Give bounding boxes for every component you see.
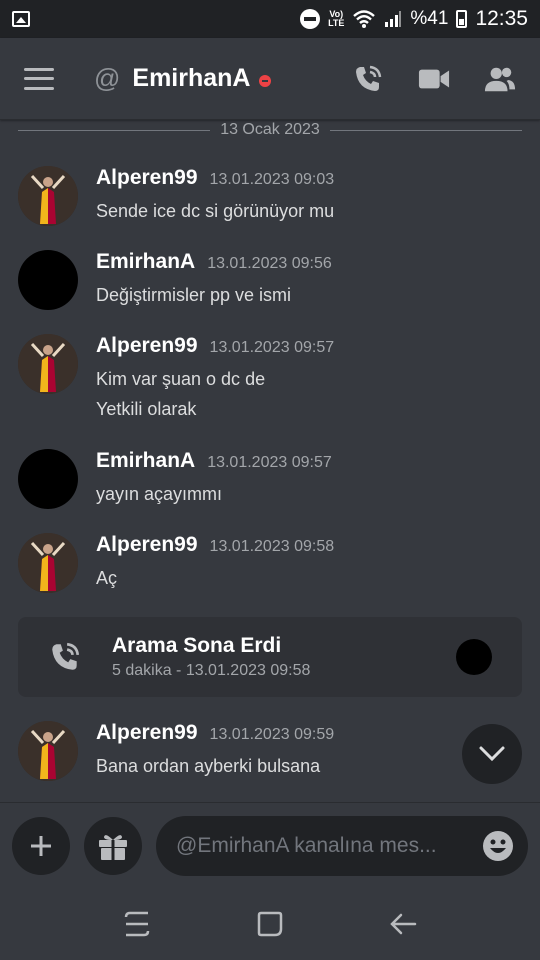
message-input[interactable]	[176, 833, 482, 858]
message[interactable]: EmirhanA 13.01.2023 09:57 yayın açayımmı	[18, 449, 522, 509]
message[interactable]: Alperen99 13.01.2023 09:03 Sende ice dc …	[18, 166, 522, 226]
message-timestamp: 13.01.2023 09:57	[207, 454, 332, 471]
clock: 12:35	[475, 7, 528, 30]
plus-icon	[31, 835, 51, 856]
video-call-icon[interactable]	[418, 63, 450, 95]
recent-apps-icon	[124, 911, 149, 937]
back-arrow-icon	[390, 913, 417, 935]
home-icon	[257, 911, 283, 937]
message-text: yayın açayımmı	[96, 484, 223, 504]
voice-call-icon[interactable]	[352, 63, 384, 95]
phone-call-icon	[52, 642, 80, 670]
call-participant-avatar	[456, 639, 492, 675]
message-text: Sende ice dc si görünüyor mu	[96, 201, 335, 221]
home-button[interactable]	[250, 904, 290, 944]
battery-percent: %41	[410, 8, 449, 29]
gallery-notification-icon	[12, 11, 30, 27]
call-ended-card[interactable]: Arama Sona Erdi 5 dakika - 13.01.2023 09…	[18, 617, 522, 697]
message-text: Bana ordan ayberki bulsana	[96, 756, 321, 776]
message-author[interactable]: EmirhanA	[96, 449, 195, 473]
scroll-to-bottom-button[interactable]	[462, 724, 522, 784]
message-text: Aç	[96, 568, 118, 588]
message-text: Yetkili olarak	[96, 399, 197, 419]
emoji-icon[interactable]	[482, 830, 514, 862]
volte-indicator: Vo) LTE	[328, 10, 344, 28]
avatar[interactable]	[18, 334, 78, 394]
message-timestamp: 13.01.2023 09:57	[209, 339, 335, 356]
signal-icon	[385, 11, 402, 27]
message-timestamp: 13.01.2023 09:03	[209, 171, 335, 188]
message-list[interactable]: 13 Ocak 2023 Alperen99 13.01.2023 09:03 …	[0, 120, 540, 802]
message-author[interactable]: EmirhanA	[96, 250, 195, 274]
message-timestamp: 13.01.2023 09:56	[207, 255, 332, 272]
message-input-container[interactable]	[156, 815, 528, 876]
at-icon: @	[94, 63, 121, 93]
gift-icon	[99, 834, 127, 860]
back-button[interactable]	[383, 904, 423, 944]
menu-icon[interactable]	[24, 67, 54, 90]
volte-bottom: LTE	[328, 18, 345, 28]
message-text: Değiştirmisler pp ve ismi	[96, 285, 292, 305]
message-text: Kim var şuan o dc de	[96, 369, 266, 389]
message-timestamp: 13.01.2023 09:58	[209, 538, 335, 555]
add-attachment-button[interactable]	[12, 816, 70, 875]
dnd-status-icon	[258, 74, 271, 87]
message[interactable]: Alperen99 13.01.2023 09:59 Bana ordan ay…	[18, 721, 522, 781]
date-divider-label: 13 Ocak 2023	[220, 121, 320, 138]
message[interactable]: Alperen99 13.01.2023 09:58 Aç	[18, 533, 522, 593]
members-icon[interactable]	[484, 63, 516, 95]
call-title: Arama Sona Erdi	[112, 634, 282, 657]
message-author[interactable]: Alperen99	[96, 533, 198, 557]
chevron-down-icon	[479, 746, 505, 762]
message-author[interactable]: Alperen99	[96, 166, 198, 190]
channel-title: EmirhanA	[132, 64, 251, 92]
message-composer	[0, 802, 540, 888]
wifi-icon	[353, 10, 376, 28]
avatar[interactable]	[18, 721, 78, 781]
recent-apps-button[interactable]	[117, 904, 157, 944]
date-divider: 13 Ocak 2023	[0, 120, 540, 140]
message-author[interactable]: Alperen99	[96, 721, 198, 745]
system-nav-bar	[0, 888, 540, 960]
message-timestamp: 13.01.2023 09:59	[209, 726, 335, 743]
battery-icon	[456, 10, 468, 28]
do-not-disturb-icon	[300, 9, 321, 29]
message[interactable]: EmirhanA 13.01.2023 09:56 Değiştirmisler…	[18, 250, 522, 310]
gift-button[interactable]	[84, 816, 142, 875]
avatar[interactable]	[18, 533, 78, 593]
avatar[interactable]	[18, 449, 78, 509]
avatar[interactable]	[18, 166, 78, 226]
channel-header: @ EmirhanA	[0, 38, 540, 120]
call-subtitle: 5 dakika - 13.01.2023 09:58	[112, 662, 311, 679]
message[interactable]: Alperen99 13.01.2023 09:57 Kim var şuan …	[18, 334, 522, 424]
message-author[interactable]: Alperen99	[96, 334, 198, 358]
status-bar: Vo) LTE %41 12:35	[0, 0, 540, 38]
avatar[interactable]	[18, 250, 78, 310]
